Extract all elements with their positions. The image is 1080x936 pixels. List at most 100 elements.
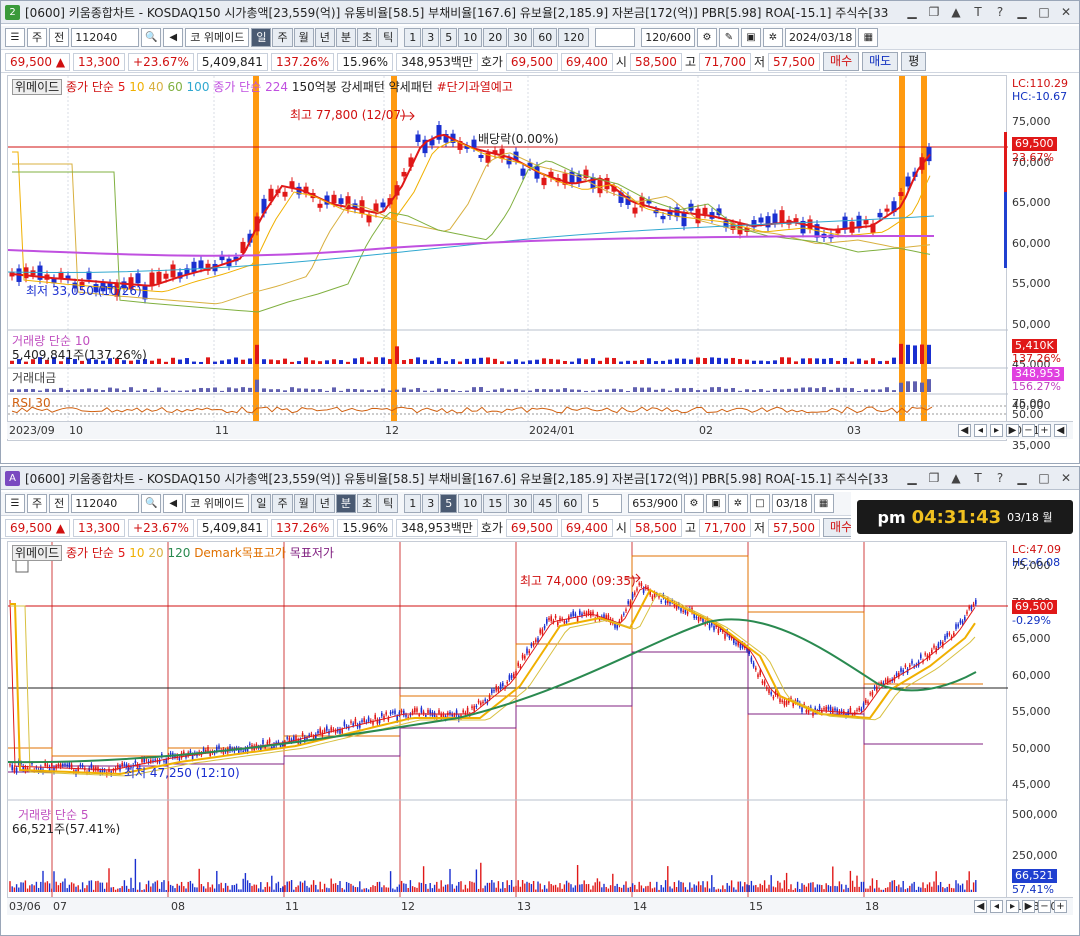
scroll-prev-icon[interactable]: ◂: [974, 424, 987, 437]
scroll-left-icon[interactable]: ◀: [1054, 424, 1067, 437]
prev-button[interactable]: 전: [49, 28, 70, 47]
close-icon[interactable]: ✕: [1059, 471, 1073, 485]
period-tab-6[interactable]: 틱: [378, 28, 399, 47]
calendar-icon[interactable]: ▦: [813, 494, 834, 513]
interval-tab-7[interactable]: 60: [558, 494, 583, 513]
maximize-icon[interactable]: □: [1037, 5, 1051, 19]
save-icon[interactable]: ▣: [740, 28, 761, 47]
help-icon[interactable]: ?: [993, 5, 1007, 19]
stock-name-field[interactable]: 코 위메이드: [185, 28, 250, 47]
indicator-icon[interactable]: ⚙: [696, 28, 717, 47]
period-tab-4[interactable]: 분: [335, 494, 356, 513]
scroll-last-icon[interactable]: ▶: [1022, 900, 1035, 913]
period-tab-2[interactable]: 월: [293, 494, 314, 513]
sell-button[interactable]: 매도: [862, 52, 899, 71]
buy-button[interactable]: 매수: [823, 52, 860, 71]
zoom-in-icon[interactable]: +: [1054, 900, 1067, 913]
font-icon[interactable]: T: [971, 5, 985, 19]
interval-tab-0[interactable]: 1: [404, 494, 422, 513]
scroll-next-icon[interactable]: ▸: [990, 424, 1003, 437]
candle-body: [520, 168, 526, 176]
volume-bar: [472, 358, 476, 364]
interval-tab-1[interactable]: 3: [422, 28, 440, 47]
candle-body: [587, 610, 590, 615]
save-icon[interactable]: ▣: [705, 494, 726, 513]
interval-tab-6[interactable]: 60: [533, 28, 558, 47]
restore-icon[interactable]: ❐: [927, 5, 941, 19]
sound-icon[interactable]: ◀: [163, 494, 184, 513]
minimize-icon[interactable]: ▁: [905, 471, 919, 485]
count-input[interactable]: 120/600: [641, 28, 695, 47]
interval-tab-5[interactable]: 30: [508, 494, 533, 513]
prev-button[interactable]: 전: [49, 494, 70, 513]
period-tab-4[interactable]: 분: [335, 28, 356, 47]
interval-tab-0[interactable]: 1: [404, 28, 422, 47]
period-tab-0[interactable]: 일: [251, 28, 272, 47]
scroll-last-icon[interactable]: ▶: [1006, 424, 1019, 437]
period-tab-6[interactable]: 틱: [378, 494, 399, 513]
buy-button[interactable]: 매수: [823, 518, 851, 537]
maximize-icon[interactable]: □: [1037, 471, 1051, 485]
code-input[interactable]: 112040: [71, 494, 140, 513]
interval-tab-2[interactable]: 5: [440, 28, 458, 47]
scroll-prev-icon[interactable]: ◂: [990, 900, 1003, 913]
eval-button[interactable]: 평: [901, 52, 927, 71]
period-tab-2[interactable]: 월: [293, 28, 314, 47]
minimize2-icon[interactable]: ▁: [1015, 471, 1029, 485]
pin-icon[interactable]: ▲: [949, 5, 963, 19]
candle-body: [946, 633, 948, 637]
period-tab-3[interactable]: 년: [314, 28, 335, 47]
restore-icon[interactable]: ❐: [927, 471, 941, 485]
zoom-out-icon[interactable]: −: [1038, 900, 1051, 913]
period-tab-5[interactable]: 초: [356, 28, 378, 47]
pin-icon[interactable]: ▲: [949, 471, 963, 485]
interval-tab-2[interactable]: 5: [440, 494, 458, 513]
interval-tab-7[interactable]: 120: [558, 28, 590, 47]
draw-icon[interactable]: ✎: [718, 28, 739, 47]
zoom-out-icon[interactable]: −: [1022, 424, 1035, 437]
font-icon[interactable]: T: [971, 471, 985, 485]
interval-tab-4[interactable]: 20: [483, 28, 508, 47]
interval-tab-1[interactable]: 3: [422, 494, 440, 513]
search-icon[interactable]: 🔍: [141, 28, 162, 47]
market-select[interactable]: 주: [27, 28, 48, 47]
sound-icon[interactable]: ◀: [163, 28, 184, 47]
market-select[interactable]: 주: [27, 494, 48, 513]
period-tab-1[interactable]: 주: [272, 494, 293, 513]
scroll-first-icon[interactable]: ◀: [974, 900, 987, 913]
period-tab-1[interactable]: 주: [272, 28, 293, 47]
interval-tab-6[interactable]: 45: [533, 494, 558, 513]
interval-input[interactable]: [595, 28, 636, 47]
scroll-first-icon[interactable]: ◀: [958, 424, 971, 437]
period-tab-0[interactable]: 일: [251, 494, 272, 513]
interval-tab-4[interactable]: 15: [483, 494, 508, 513]
help-icon[interactable]: ?: [993, 471, 1007, 485]
indicator-icon[interactable]: ⚙: [683, 494, 704, 513]
interval-input[interactable]: 5: [588, 494, 623, 513]
minute-chart-svg[interactable]: [7, 542, 1008, 908]
close-icon[interactable]: ✕: [1059, 5, 1073, 19]
scroll-next-icon[interactable]: ▸: [1006, 900, 1019, 913]
count-input[interactable]: 653/900: [628, 494, 682, 513]
menu-icon[interactable]: ☰: [5, 28, 25, 47]
interval-tab-5[interactable]: 30: [508, 28, 533, 47]
menu-icon[interactable]: ☰: [5, 494, 25, 513]
interval-tab-3[interactable]: 10: [458, 494, 483, 513]
code-input[interactable]: 112040: [71, 28, 140, 47]
checkbox[interactable]: □: [749, 494, 770, 513]
minimize2-icon[interactable]: ▁: [1015, 5, 1029, 19]
daily-chart-area[interactable]: 위메이드 종가 단순 5 10 40 60 100 종가 단순 224 150억…: [7, 75, 1008, 441]
settings-icon[interactable]: ✲: [762, 28, 783, 47]
interval-tab-3[interactable]: 10: [458, 28, 483, 47]
stock-name-field[interactable]: 코 위메이드: [185, 494, 250, 513]
period-tab-5[interactable]: 초: [356, 494, 378, 513]
search-icon[interactable]: 🔍: [141, 494, 162, 513]
date-input[interactable]: 2024/03/18: [784, 28, 857, 47]
calendar-icon[interactable]: ▦: [858, 28, 879, 47]
minute-chart-area[interactable]: 위메이드 종가 단순 5 10 20 120 Demark목표고가 목표저가 최…: [7, 541, 1008, 908]
minimize-icon[interactable]: ▁: [905, 5, 919, 19]
date-input[interactable]: 03/18: [771, 494, 812, 513]
zoom-in-icon[interactable]: +: [1038, 424, 1051, 437]
settings-icon[interactable]: ✲: [727, 494, 748, 513]
period-tab-3[interactable]: 년: [314, 494, 335, 513]
